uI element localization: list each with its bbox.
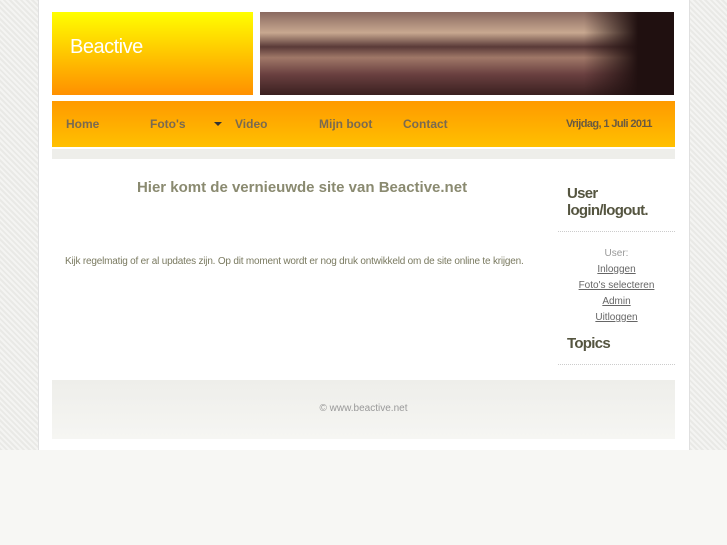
page: Beactive Home Foto's Video Mijn boot Con… <box>38 0 690 450</box>
nav-mijn-boot[interactable]: Mijn boot <box>319 117 372 131</box>
sub-bar <box>52 149 675 159</box>
select-photos-link[interactable]: Foto's selecteren <box>558 278 675 294</box>
nav-video[interactable]: Video <box>235 117 267 131</box>
login-title: User login/logout. <box>567 185 649 219</box>
footer: © www.beactive.net <box>52 380 675 439</box>
intro-text: Kijk regelmatig of er al updates zijn. O… <box>65 256 524 267</box>
nav-home[interactable]: Home <box>66 117 99 131</box>
topics-title: Topics <box>567 335 611 352</box>
login-block: User login/logout. User: Inloggen Foto's… <box>558 185 675 326</box>
chevron-down-icon[interactable] <box>214 122 222 126</box>
page-title: Hier komt de vernieuwde site van Beactiv… <box>136 179 468 196</box>
divider <box>558 231 675 232</box>
site-name: Beactive <box>70 36 143 58</box>
user-label: User: <box>604 248 629 259</box>
logo[interactable]: Beactive <box>52 12 253 95</box>
topics-block: Topics <box>558 335 675 365</box>
divider <box>558 364 675 365</box>
admin-link[interactable]: Admin <box>558 294 675 310</box>
nav-contact[interactable]: Contact <box>403 117 448 131</box>
main-nav: Home Foto's Video Mijn boot Contact Vrij… <box>52 101 675 149</box>
login-link[interactable]: Inloggen <box>558 262 675 278</box>
logout-link[interactable]: Uitloggen <box>558 310 675 326</box>
header-banner-image <box>260 12 674 95</box>
date: Vrijdag, 1 Juli 2011 <box>566 118 652 130</box>
nav-fotos[interactable]: Foto's <box>150 117 186 131</box>
footer-text: © www.beactive.net <box>319 403 408 414</box>
